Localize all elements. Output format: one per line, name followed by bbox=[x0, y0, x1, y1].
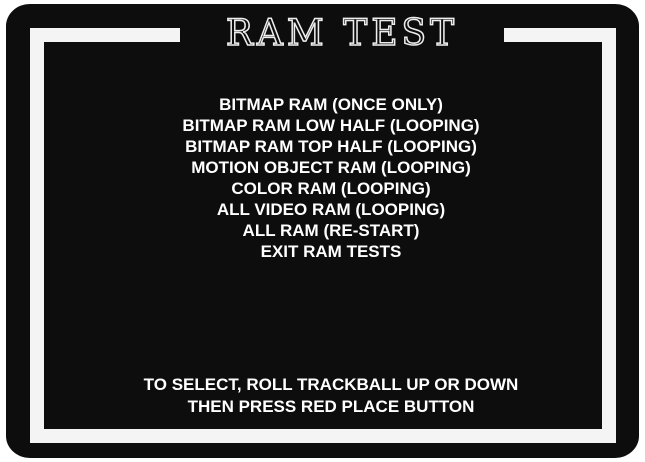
menu-item-bitmap-ram-once[interactable]: BITMAP RAM (ONCE ONLY) bbox=[66, 94, 596, 115]
ram-test-menu: BITMAP RAM (ONCE ONLY) BITMAP RAM LOW HA… bbox=[66, 94, 596, 262]
menu-item-all-ram-restart[interactable]: ALL RAM (RE-START) bbox=[66, 220, 596, 241]
menu-item-all-video-ram[interactable]: ALL VIDEO RAM (LOOPING) bbox=[66, 199, 596, 220]
instruction-line-1: TO SELECT, ROLL TRACKBALL UP OR DOWN bbox=[143, 375, 519, 394]
menu-item-motion-object-ram[interactable]: MOTION OBJECT RAM (LOOPING) bbox=[66, 157, 596, 178]
menu-item-bitmap-ram-top-half[interactable]: BITMAP RAM TOP HALF (LOOPING) bbox=[66, 136, 596, 157]
screen-title: RAM TEST bbox=[225, 12, 459, 55]
instruction-line-2: THEN PRESS RED PLACE BUTTON bbox=[187, 397, 475, 416]
frame-bottom-border bbox=[30, 429, 616, 443]
crt-screen: RAM TEST BITMAP RAM (ONCE ONLY) BITMAP R… bbox=[6, 4, 639, 458]
instructions: TO SELECT, ROLL TRACKBALL UP OR DOWN THE… bbox=[46, 374, 616, 418]
menu-item-exit-ram-tests[interactable]: EXIT RAM TESTS bbox=[66, 241, 596, 262]
frame-top-left-border bbox=[30, 28, 180, 42]
frame-left-border bbox=[30, 28, 44, 443]
frame-top-right-border bbox=[504, 28, 616, 42]
menu-item-bitmap-ram-low-half[interactable]: BITMAP RAM LOW HALF (LOOPING) bbox=[66, 115, 596, 136]
menu-item-color-ram[interactable]: COLOR RAM (LOOPING) bbox=[66, 178, 596, 199]
